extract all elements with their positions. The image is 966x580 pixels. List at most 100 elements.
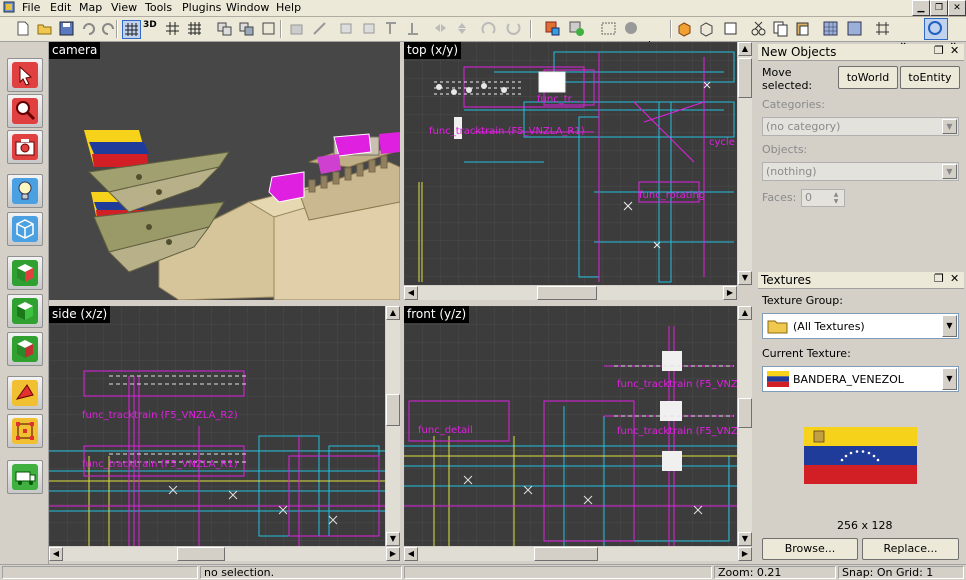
copy-icon[interactable]: [772, 20, 789, 37]
front-viewport-hscroll[interactable]: ◀ ▶: [404, 547, 752, 561]
panel-close-icon[interactable]: ✕: [950, 44, 959, 57]
camera-viewport[interactable]: camera: [49, 42, 400, 300]
texture-group-select[interactable]: (All Textures) ▼: [762, 313, 959, 339]
top-viewport-vscroll[interactable]: ▲ ▼: [738, 42, 752, 285]
menu-view[interactable]: View: [111, 1, 137, 15]
texture-lock-icon[interactable]: [288, 20, 305, 37]
scroll-thumb[interactable]: [738, 398, 752, 428]
flip-x-icon[interactable]: [432, 20, 449, 37]
to-entity-button[interactable]: toEntity: [900, 66, 960, 89]
scroll-up-icon[interactable]: ▲: [738, 306, 752, 320]
filter-icon[interactable]: [846, 20, 863, 37]
magnify-tool-button[interactable]: [7, 94, 43, 128]
entity-tool-icon[interactable]: [568, 20, 585, 37]
categories-select[interactable]: (no category) ▼: [762, 117, 959, 136]
paste-icon[interactable]: [794, 20, 811, 37]
clip-tool-button[interactable]: [7, 376, 43, 410]
scroll-thumb[interactable]: [537, 286, 597, 300]
browse-button[interactable]: Browse...: [762, 538, 858, 560]
scroll-right-icon[interactable]: ▶: [386, 547, 400, 561]
undock-icon[interactable]: ❐: [934, 44, 944, 57]
rotate-x-icon[interactable]: [480, 20, 497, 37]
to-world-button[interactable]: toWorld: [838, 66, 898, 89]
clipper-icon[interactable]: [311, 20, 328, 37]
camera-tool-button[interactable]: [7, 130, 43, 164]
top-viewport[interactable]: func_tracktrain (F5_VNZLA_R1) func_tr...…: [404, 42, 737, 285]
cut-icon[interactable]: [750, 20, 767, 37]
undock-icon[interactable]: ❐: [934, 272, 944, 285]
select-tool-button[interactable]: [7, 58, 43, 92]
flip-y-icon[interactable]: [454, 20, 471, 37]
menu-map[interactable]: Map: [79, 1, 102, 15]
camera-view-icon[interactable]: [924, 18, 948, 40]
front-viewport-vscroll[interactable]: ▲ ▼: [738, 306, 752, 546]
grid-fine-icon[interactable]: [186, 20, 203, 37]
csg-subtract-icon[interactable]: [600, 20, 617, 37]
save-icon[interactable]: [58, 20, 75, 37]
csg-merge-icon[interactable]: [623, 20, 640, 37]
scroll-left-icon[interactable]: ◀: [404, 547, 418, 561]
side-viewport[interactable]: func_tracktrain (F5_VNZLA_R2) func_track…: [49, 306, 385, 546]
scroll-left-icon[interactable]: ◀: [49, 547, 63, 561]
align-bottom-icon[interactable]: [404, 20, 421, 37]
close-icon[interactable]: ✕: [948, 0, 966, 16]
chevron-down-icon[interactable]: ▼: [942, 119, 957, 134]
align-top-icon[interactable]: [382, 20, 399, 37]
front-viewport[interactable]: func_tracktrain (F5_VNZ func_tracktrain …: [404, 306, 737, 546]
menu-tools[interactable]: Tools: [145, 1, 172, 15]
restore-icon[interactable]: ❐: [930, 0, 948, 16]
scroll-down-icon[interactable]: ▼: [738, 532, 752, 546]
scroll-right-icon[interactable]: ▶: [738, 547, 752, 561]
side-viewport-hscroll[interactable]: ◀ ▶: [49, 547, 400, 561]
chevron-down-icon[interactable]: ▼: [942, 164, 957, 179]
scroll-up-icon[interactable]: ▲: [386, 306, 400, 320]
block-tool-button[interactable]: [7, 212, 43, 246]
chevron-down-icon[interactable]: ▼: [942, 315, 957, 337]
scale-icon[interactable]: [544, 20, 561, 37]
scroll-down-icon[interactable]: ▼: [386, 532, 400, 546]
brush-solid-icon[interactable]: [722, 20, 739, 37]
scroll-thumb[interactable]: [738, 58, 752, 98]
scroll-up-icon[interactable]: ▲: [738, 42, 752, 56]
spin-arrows-icon[interactable]: ▲ ▼: [829, 191, 843, 205]
scroll-right-icon[interactable]: ▶: [723, 286, 737, 300]
top-viewport-hscroll[interactable]: ◀ ▶: [404, 286, 737, 300]
rotate-z-icon[interactable]: [505, 20, 522, 37]
objects-select[interactable]: (nothing) ▼: [762, 162, 959, 181]
view-3d-icon[interactable]: 3D: [143, 20, 160, 37]
menu-file[interactable]: File: [22, 1, 40, 15]
paste-selection-icon[interactable]: [238, 20, 255, 37]
texture-view-icon[interactable]: [822, 20, 839, 37]
scroll-left-icon[interactable]: ◀: [404, 286, 418, 300]
side-viewport-vscroll[interactable]: ▲ ▼: [386, 306, 400, 546]
cubic-clip-icon[interactable]: [874, 20, 891, 37]
apply-texture-button[interactable]: [7, 294, 43, 328]
scroll-thumb[interactable]: [534, 547, 598, 561]
app-icon[interactable]: [3, 1, 15, 13]
open-file-icon[interactable]: [36, 20, 53, 37]
scroll-thumb[interactable]: [386, 394, 400, 426]
brush-wire-icon[interactable]: [698, 20, 715, 37]
faces-spinbox[interactable]: 0 ▲ ▼: [801, 189, 845, 207]
align-right-icon[interactable]: [360, 20, 377, 37]
scroll-down-icon[interactable]: ▼: [738, 271, 752, 285]
align-left-icon[interactable]: [338, 20, 355, 37]
chevron-down-icon[interactable]: ▼: [942, 368, 957, 390]
scroll-thumb[interactable]: [177, 547, 225, 561]
entity-tool-button[interactable]: [7, 174, 43, 208]
menu-edit[interactable]: Edit: [50, 1, 71, 15]
redo-icon[interactable]: [100, 20, 117, 37]
hollow-icon[interactable]: [260, 20, 277, 37]
menu-plugins[interactable]: Plugins: [182, 1, 221, 15]
new-file-icon[interactable]: [14, 20, 31, 37]
panel-close-icon[interactable]: ✕: [950, 272, 959, 285]
grid-view-icon[interactable]: [122, 20, 141, 39]
grid-icon[interactable]: [164, 20, 181, 37]
replace-button[interactable]: Replace...: [862, 538, 959, 560]
undo-icon[interactable]: [80, 20, 97, 37]
texture-tool-button[interactable]: [7, 256, 43, 290]
vertex-tool-button[interactable]: [7, 414, 43, 448]
current-texture-select[interactable]: BANDERA_VENEZOL ▼: [762, 366, 959, 392]
menu-window[interactable]: Window: [226, 1, 269, 15]
menu-help[interactable]: Help: [276, 1, 301, 15]
